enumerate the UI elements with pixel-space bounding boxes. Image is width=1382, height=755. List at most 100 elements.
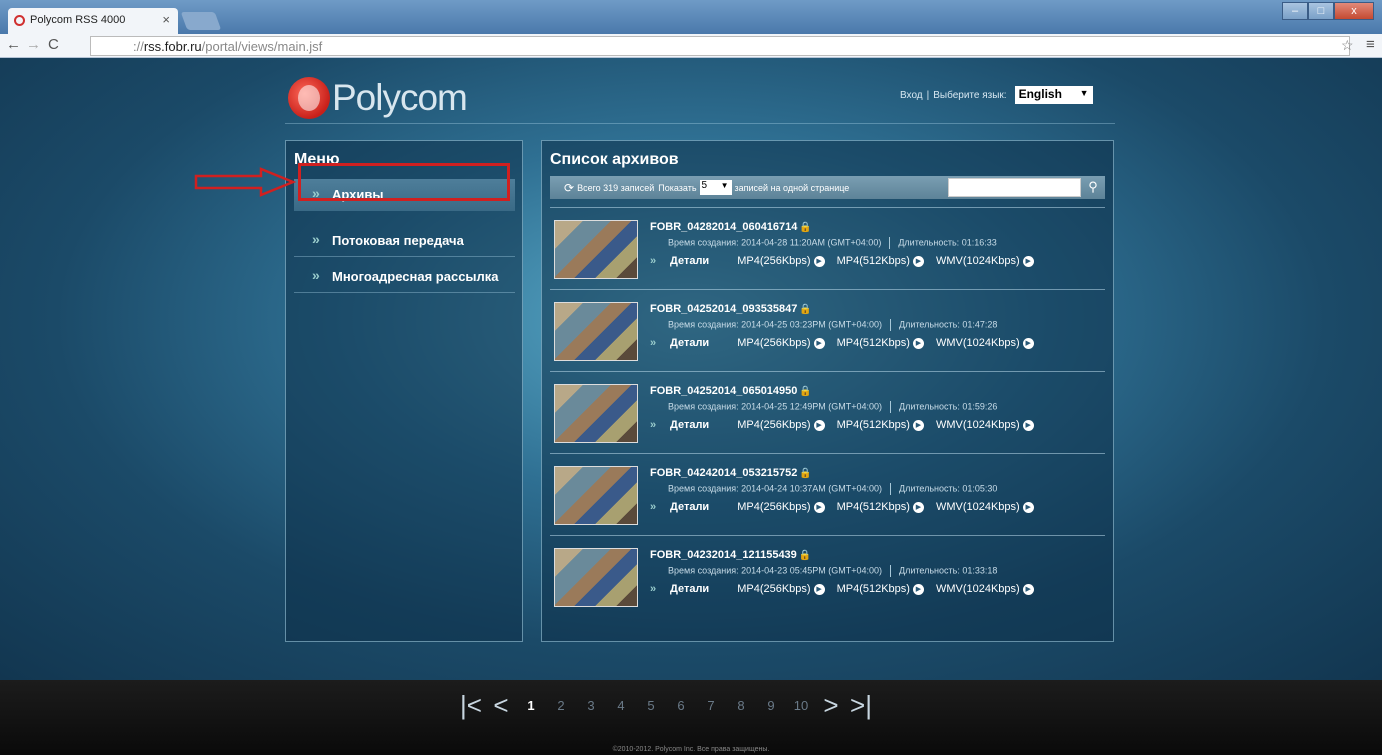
search-input[interactable] xyxy=(948,178,1081,197)
format-link[interactable]: MP4(512Kbps) ▶ xyxy=(837,337,924,349)
header-separator: | xyxy=(926,89,930,101)
archive-name[interactable]: FOBR_04252014_093535847 xyxy=(650,303,797,315)
page-number[interactable]: 5 xyxy=(636,698,666,713)
play-icon: ▶ xyxy=(1022,583,1034,595)
play-icon: ▶ xyxy=(912,419,924,431)
play-icon: ▶ xyxy=(1022,255,1034,267)
archive-thumbnail[interactable] xyxy=(554,220,638,279)
format-link[interactable]: MP4(256Kbps) ▶ xyxy=(737,255,825,267)
first-page-icon[interactable]: |< xyxy=(456,690,486,721)
language-select[interactable]: English ▼ xyxy=(1014,86,1093,104)
page-number[interactable]: 2 xyxy=(546,698,576,713)
page-number[interactable]: 3 xyxy=(576,698,606,713)
format-link[interactable]: WMV(1024Kbps) ▶ xyxy=(936,337,1034,349)
page-number[interactable]: 8 xyxy=(726,698,756,713)
page-number[interactable]: 9 xyxy=(756,698,786,713)
details-link[interactable]: » Детали xyxy=(650,419,709,431)
dropdown-arrow-icon: ▼ xyxy=(1079,88,1089,98)
bookmark-star-icon[interactable]: ☆ xyxy=(1341,37,1354,54)
page-number[interactable]: 7 xyxy=(696,698,726,713)
play-icon: ▶ xyxy=(1022,337,1034,349)
duration-value: 01:05:30 xyxy=(962,483,998,494)
details-link[interactable]: » Детали xyxy=(650,337,709,349)
portal-page: Polycom Вход | Выберите язык: English ▼ … xyxy=(0,58,1382,680)
format-link[interactable]: WMV(1024Kbps) ▶ xyxy=(936,419,1034,431)
lock-icon: 🔒 xyxy=(799,222,812,233)
created-value: 2014-04-25 12:49PM (GMT+04:00) xyxy=(741,401,882,412)
play-icon: ▶ xyxy=(813,255,825,267)
address-bar[interactable]: ://rss.fobr.ru/portal/views/main.jsf xyxy=(90,36,1350,56)
browser-tab[interactable]: Polycom RSS 4000 × xyxy=(8,8,178,34)
format-link[interactable]: MP4(512Kbps) ▶ xyxy=(837,255,924,267)
archive-meta: Время создания: 2014-04-25 03:23PM (GMT+… xyxy=(668,319,997,331)
details-link[interactable]: » Детали xyxy=(650,255,709,267)
format-link[interactable]: WMV(1024Kbps) ▶ xyxy=(936,501,1034,513)
archive-name[interactable]: FOBR_04252014_065014950 xyxy=(650,385,797,397)
tab-close-icon[interactable]: × xyxy=(162,12,170,27)
browser-titlebar: Polycom RSS 4000 × – □ x xyxy=(0,0,1382,34)
page-number[interactable]: 4 xyxy=(606,698,636,713)
format-link[interactable]: WMV(1024Kbps) ▶ xyxy=(936,255,1034,267)
dropdown-arrow-icon: ▼ xyxy=(720,181,729,190)
next-page-icon[interactable]: > xyxy=(816,690,846,721)
forward-arrow-icon[interactable]: → xyxy=(26,36,41,53)
archive-thumbnail[interactable] xyxy=(554,384,638,443)
details-link[interactable]: » Детали xyxy=(650,501,709,513)
close-window-button[interactable]: x xyxy=(1334,2,1374,20)
reload-icon[interactable]: C xyxy=(48,36,59,53)
page-number[interactable]: 6 xyxy=(666,698,696,713)
logo-text: Polycom xyxy=(332,77,468,118)
new-tab-button[interactable] xyxy=(180,12,222,30)
format-link[interactable]: WMV(1024Kbps) ▶ xyxy=(936,583,1034,595)
login-link[interactable]: Вход xyxy=(900,90,923,101)
chevron-right-icon: » xyxy=(312,267,320,283)
play-icon: ▶ xyxy=(813,501,825,513)
maximize-button[interactable]: □ xyxy=(1308,2,1334,20)
language-selected: English xyxy=(1018,87,1062,101)
archive-record: FOBR_04282014_060416714 🔒 Время создания: … xyxy=(550,207,1105,289)
format-link[interactable]: MP4(256Kbps) ▶ xyxy=(737,583,825,595)
browser-menu-icon[interactable]: ≡ xyxy=(1366,36,1375,53)
format-link[interactable]: MP4(256Kbps) ▶ xyxy=(737,501,825,513)
details-link[interactable]: » Детали xyxy=(650,583,709,595)
chevron-right-icon: » xyxy=(312,231,320,247)
menu-item-streaming[interactable]: » Потоковая передача xyxy=(294,225,515,257)
language-prompt: Выберите язык: xyxy=(933,89,1007,101)
meta-separator xyxy=(889,319,891,331)
minimize-button[interactable]: – xyxy=(1282,2,1308,20)
url-host: rss.fobr.ru xyxy=(143,39,202,54)
format-label: WMV(1024Kbps) xyxy=(935,419,1020,431)
archive-name-row: FOBR_04282014_060416714 🔒 xyxy=(650,221,812,233)
archive-links: » Детали MP4(256Kbps) ▶ MP4(512Kbps) ▶ WMV(102… xyxy=(650,255,1034,267)
refresh-icon[interactable]: ⟳ xyxy=(564,181,574,195)
chevron-right-icon: » xyxy=(650,419,657,431)
play-icon: ▶ xyxy=(912,501,924,513)
archive-thumbnail[interactable] xyxy=(554,466,638,525)
prev-page-icon[interactable]: < xyxy=(486,690,516,721)
format-link[interactable]: MP4(256Kbps) ▶ xyxy=(737,337,825,349)
search-icon[interactable]: ⚲ xyxy=(1083,177,1103,197)
archive-list-title: Список архивов xyxy=(550,151,679,168)
format-label: MP4(256Kbps) xyxy=(737,419,811,431)
archive-links: » Детали MP4(256Kbps) ▶ MP4(512Kbps) ▶ WMV(102… xyxy=(650,337,1034,349)
page-numbers: 1 2 3 4 5 6 7 8 9 10 xyxy=(516,698,816,713)
archive-name[interactable]: FOBR_04232014_121155439 xyxy=(650,549,797,561)
format-link[interactable]: MP4(512Kbps) ▶ xyxy=(837,583,924,595)
back-arrow-icon[interactable]: ← xyxy=(6,36,21,53)
archive-name[interactable]: FOBR_04242014_053215752 xyxy=(650,467,797,479)
streaming-highlight-box xyxy=(298,163,510,201)
duration-value: 01:16:33 xyxy=(961,237,997,248)
menu-item-multicast[interactable]: » Многоадресная рассылка xyxy=(294,261,515,293)
page-number[interactable]: 10 xyxy=(786,698,816,713)
per-page-select[interactable]: 5 ▼ xyxy=(699,180,732,195)
archive-thumbnail[interactable] xyxy=(554,302,638,361)
format-link[interactable]: MP4(512Kbps) ▶ xyxy=(837,419,924,431)
archive-thumbnail[interactable] xyxy=(554,548,638,607)
page-number[interactable]: 1 xyxy=(516,698,546,713)
last-page-icon[interactable]: >| xyxy=(846,690,876,721)
duration-label: Длительность: xyxy=(898,483,960,494)
archive-name[interactable]: FOBR_04282014_060416714 xyxy=(650,221,797,233)
format-link[interactable]: MP4(256Kbps) ▶ xyxy=(737,419,825,431)
format-link[interactable]: MP4(512Kbps) ▶ xyxy=(837,501,924,513)
chevron-right-icon: » xyxy=(650,337,657,349)
